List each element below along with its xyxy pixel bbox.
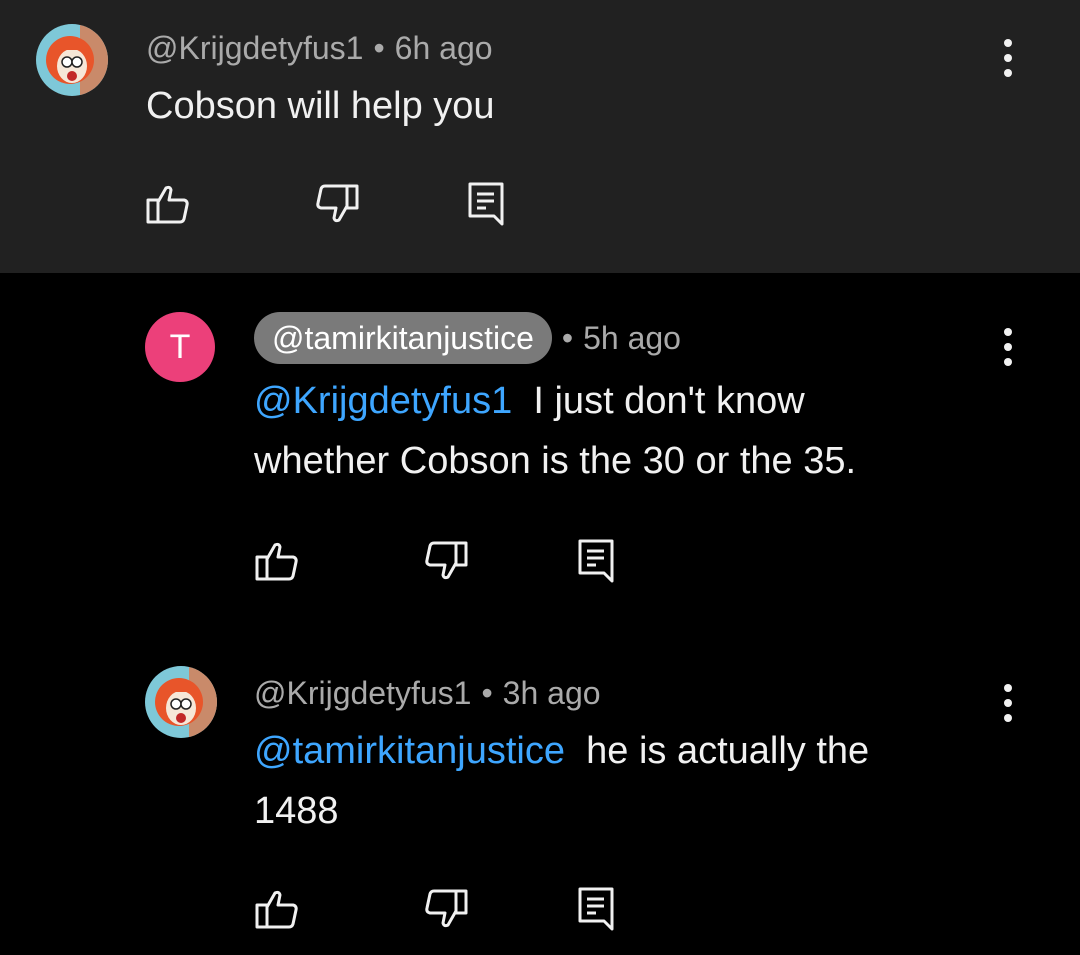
comment-author[interactable]: @Krijgdetyfus1	[146, 30, 363, 66]
meta-separator: •	[481, 675, 493, 711]
dislike-button[interactable]	[313, 180, 361, 228]
comment-author[interactable]: @Krijgdetyfus1	[254, 675, 471, 711]
comment-meta: @tamirkitanjustice • 5h ago	[254, 312, 681, 364]
reply-button[interactable]	[572, 537, 620, 585]
reply-comment-icon	[468, 182, 504, 226]
thumbs-down-icon	[425, 889, 468, 928]
reply-button[interactable]	[462, 180, 510, 228]
comment-text-line: I just don't know	[533, 380, 805, 422]
reply-comment-icon	[578, 887, 614, 931]
cartoon-avatar-icon	[145, 666, 217, 738]
comment-text: Cobson will help you	[146, 76, 495, 136]
like-button[interactable]	[144, 180, 192, 228]
meta-separator: •	[561, 320, 574, 356]
comment-text: @Krijgdetyfus1 I just don't know whether…	[254, 371, 954, 491]
parent-comment: @Krijgdetyfus1 • 6h ago Cobson will help y…	[0, 0, 1080, 273]
avatar[interactable]	[145, 666, 217, 738]
reply-comment: @Krijgdetyfus1 • 3h ago @tamirkitanjustice…	[0, 633, 1080, 955]
thumbs-down-icon	[316, 184, 359, 223]
reply-comment: T @tamirkitanjustice • 5h ago @Krijgdetyfu…	[0, 273, 1080, 633]
avatar[interactable]	[36, 24, 108, 96]
thumbs-up-icon	[146, 185, 189, 224]
dislike-button[interactable]	[422, 537, 470, 585]
like-button[interactable]	[253, 537, 301, 585]
avatar-letter: T	[169, 328, 191, 366]
comment-time: 5h ago	[583, 320, 681, 356]
like-button[interactable]	[253, 885, 301, 933]
avatar[interactable]: T	[145, 312, 215, 382]
reply-comment-icon	[578, 539, 614, 583]
dislike-button[interactable]	[422, 885, 470, 933]
comment-meta: @Krijgdetyfus1 • 6h ago	[146, 28, 493, 68]
comment-author-highlighted[interactable]: @tamirkitanjustice	[254, 312, 552, 364]
thumbs-up-icon	[255, 542, 298, 581]
cartoon-avatar-icon	[36, 24, 108, 96]
comment-time: 6h ago	[394, 30, 493, 66]
comment-text-content: Cobson will help you	[146, 85, 495, 127]
thumbs-down-icon	[425, 541, 468, 580]
comment-text-line: he is actually the	[586, 730, 870, 772]
reply-button[interactable]	[572, 885, 620, 933]
more-options-button[interactable]	[988, 673, 1028, 733]
comment-text: @tamirkitanjustice he is actually the 14…	[254, 721, 974, 841]
comment-time: 3h ago	[502, 675, 601, 711]
mention-link[interactable]: @tamirkitanjustice	[254, 730, 565, 772]
mention-link[interactable]: @Krijgdetyfus1	[254, 380, 512, 422]
comment-meta: @Krijgdetyfus1 • 3h ago	[254, 673, 601, 713]
comment-text-line: 1488	[254, 790, 339, 832]
more-options-button[interactable]	[988, 317, 1028, 377]
more-options-button[interactable]	[988, 28, 1028, 88]
thumbs-up-icon	[255, 890, 298, 929]
comment-text-line: whether Cobson is the 30 or the 35.	[254, 440, 857, 482]
meta-separator: •	[373, 30, 385, 66]
